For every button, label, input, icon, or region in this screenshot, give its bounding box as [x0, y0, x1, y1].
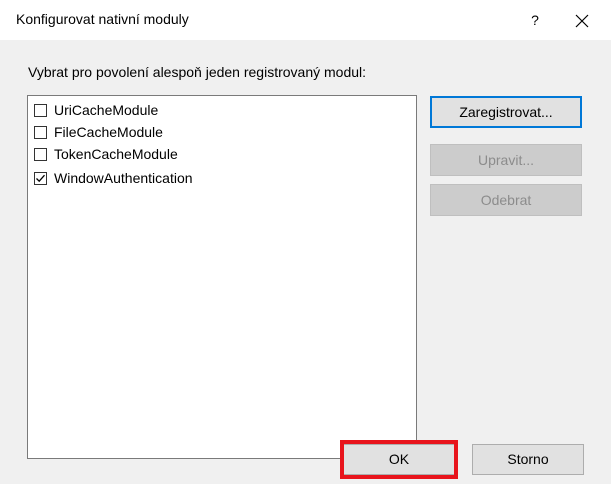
module-label: TokenCacheModule — [54, 146, 178, 162]
checkbox[interactable] — [34, 125, 47, 139]
register-button[interactable]: Zaregistrovat... — [430, 96, 582, 128]
module-label: UriCacheModule — [54, 102, 159, 118]
title-bar: Konfigurovat nativní moduly ? — [0, 0, 611, 40]
ok-button[interactable]: OK — [343, 444, 455, 475]
list-item-tokencachemodule[interactable]: TokenCacheModule — [34, 143, 178, 165]
window-title: Konfigurovat nativní moduly — [16, 11, 189, 27]
list-item-windowauthentication[interactable]: WindowAuthentication — [34, 167, 193, 189]
dialog-body: Vybrat pro povolení alespoň jeden regist… — [0, 40, 611, 484]
list-item-filecachemodule[interactable]: FileCacheModule — [34, 121, 163, 143]
close-icon — [575, 14, 589, 28]
dialog-window: Konfigurovat nativní moduly ? Vybrat pro… — [0, 0, 611, 484]
module-label: FileCacheModule — [54, 124, 163, 140]
checkbox[interactable] — [34, 147, 47, 161]
checkmark-icon — [36, 174, 45, 182]
close-button[interactable] — [565, 8, 599, 32]
cancel-button[interactable]: Storno — [472, 444, 584, 475]
module-label: WindowAuthentication — [54, 170, 193, 186]
module-list[interactable]: UriCacheModule FileCacheModule TokenCach… — [27, 95, 417, 459]
list-item-uricachemodule[interactable]: UriCacheModule — [34, 99, 158, 121]
help-button[interactable]: ? — [520, 8, 550, 32]
instruction-label: Vybrat pro povolení alespoň jeden regist… — [28, 64, 367, 80]
edit-button[interactable]: Upravit... — [430, 144, 582, 176]
checkbox-checked[interactable] — [34, 171, 47, 185]
remove-button[interactable]: Odebrat — [430, 184, 582, 216]
checkbox[interactable] — [34, 103, 47, 117]
